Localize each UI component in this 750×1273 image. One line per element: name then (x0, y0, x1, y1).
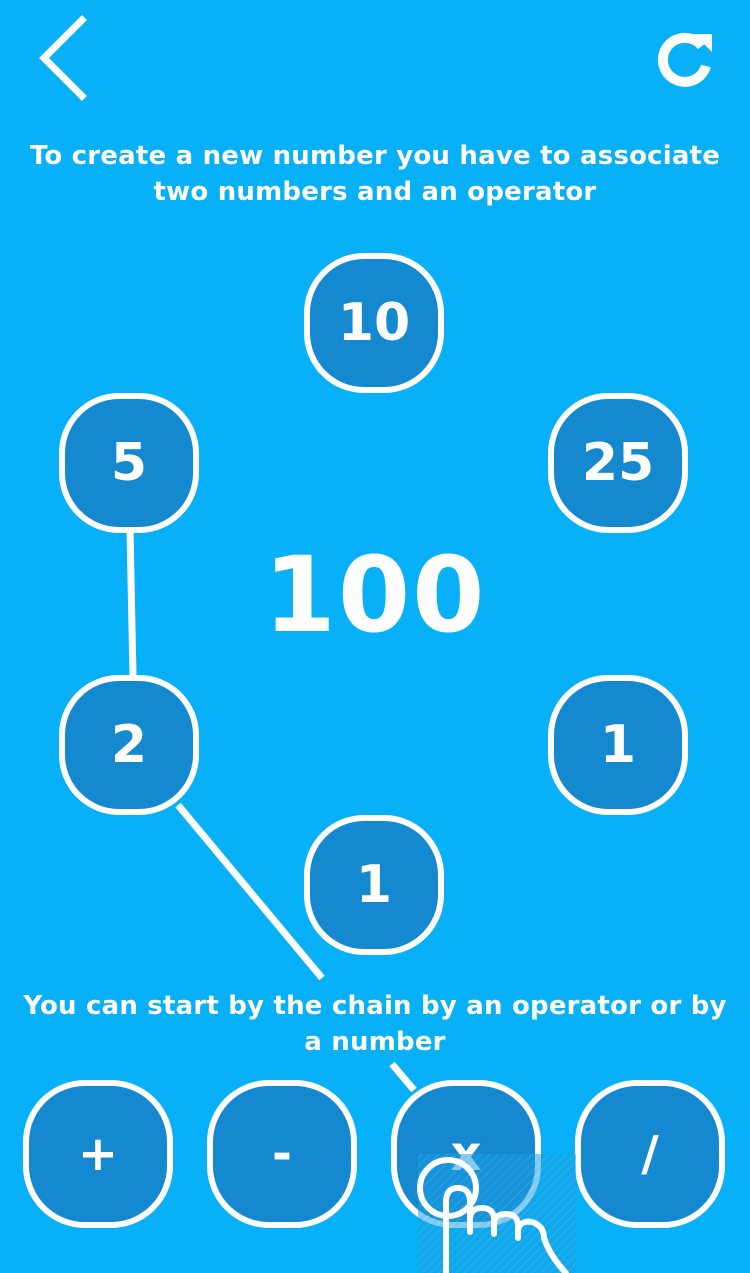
instruction-line-4: a number (304, 1027, 446, 1057)
number-tile-top[interactable]: 10 (304, 253, 444, 393)
number-tile-upper-left[interactable]: 5 (59, 393, 199, 533)
number-tile-lower-right[interactable]: 1 (548, 675, 688, 815)
instruction-line-2: two numbers and an operator (153, 177, 597, 207)
game-screen: To create a new number you have to assoc… (0, 0, 750, 1273)
operator-divide-button[interactable]: / (575, 1080, 725, 1228)
instruction-text-bottom: You can start by the chain by an operato… (0, 988, 750, 1060)
chain-line-continued (389, 1061, 417, 1093)
operator-minus-button[interactable]: - (207, 1080, 357, 1228)
chain-line-5-to-2 (126, 529, 137, 677)
chevron-left-icon (39, 15, 87, 101)
number-tile-lower-left[interactable]: 2 (59, 675, 199, 815)
instruction-line-1: To create a new number you have to assoc… (29, 141, 721, 171)
number-tile-upper-right[interactable]: 25 (548, 393, 688, 533)
target-number: 100 (263, 534, 487, 656)
instruction-line-3: You can start by the chain by an operato… (23, 991, 727, 1021)
operator-plus-button[interactable]: + (23, 1080, 173, 1228)
reload-icon (657, 32, 712, 87)
back-button[interactable] (30, 12, 100, 102)
instruction-text-top: To create a new number you have to assoc… (0, 138, 750, 210)
chain-line-2-to-times (175, 802, 325, 981)
reload-button[interactable] (650, 26, 720, 92)
number-tile-bottom[interactable]: 1 (304, 815, 444, 955)
operator-times-button[interactable]: x (391, 1080, 541, 1228)
